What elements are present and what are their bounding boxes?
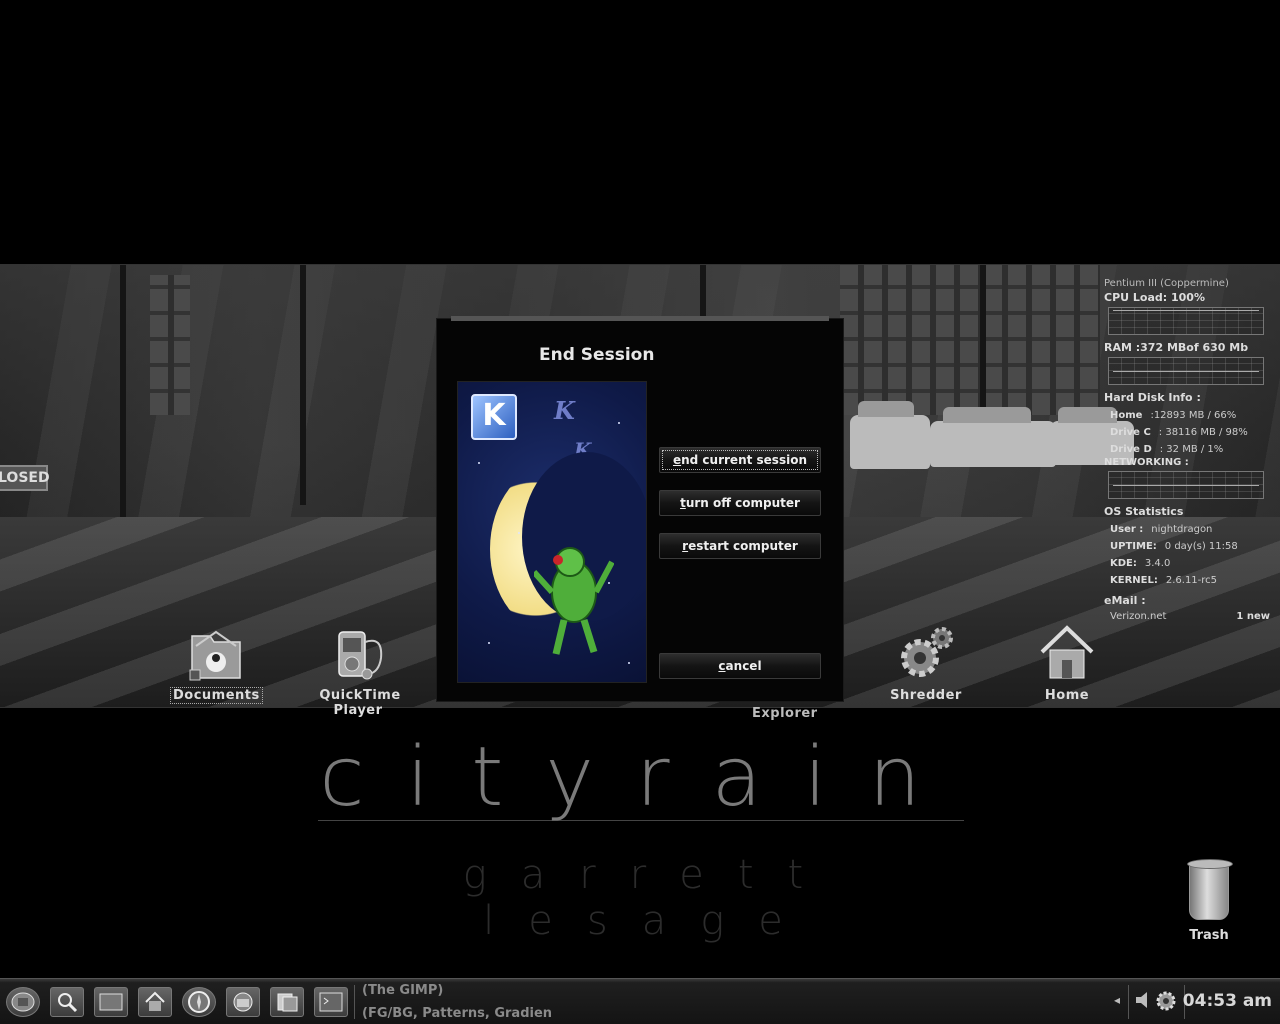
wallpaper-car xyxy=(930,407,1056,467)
dragon-icon xyxy=(534,547,614,655)
ram-graph xyxy=(1108,357,1264,385)
media-player-icon xyxy=(338,631,383,680)
star xyxy=(608,582,610,584)
button-label: ancel xyxy=(725,659,762,673)
house-icon xyxy=(1040,625,1094,679)
cpu-graph xyxy=(1108,307,1264,335)
desktop-icon-label: QuickTime Player xyxy=(319,688,401,718)
magnifier-launcher[interactable] xyxy=(50,987,84,1017)
mail-launcher[interactable] xyxy=(226,987,260,1017)
wallpaper-tree xyxy=(300,265,306,505)
documents-icon xyxy=(277,993,298,1012)
email-header: eMail : xyxy=(1104,594,1146,607)
turn-off-computer-button[interactable]: turn off computer xyxy=(659,490,821,516)
wallpaper-building xyxy=(150,275,190,415)
taskbar-separator xyxy=(354,985,355,1019)
networking-header: NETWORKING : xyxy=(1104,457,1189,468)
window-icon xyxy=(99,993,123,1011)
desktop-icon-label: Home xyxy=(1044,688,1090,703)
star xyxy=(618,422,620,424)
os-row: User : nightdragon xyxy=(1110,524,1213,535)
email-row: Verizon.net 1 new xyxy=(1110,611,1270,622)
button-label: nd current session xyxy=(681,453,807,467)
trash-can-icon xyxy=(1187,859,1233,920)
os-header: OS Statistics xyxy=(1104,505,1184,518)
gear-icon xyxy=(1156,991,1176,1011)
button-mnemonic: e xyxy=(672,453,682,467)
sleep-letter-icon: K xyxy=(554,396,575,425)
wallpaper-car xyxy=(850,401,930,469)
system-monitor-widget: Pentium III (Coppermine) CPU Load: 100% … xyxy=(1104,278,1270,622)
os-row: KERNEL: 2.6.11-rc5 xyxy=(1110,575,1218,586)
disk-header: Hard Disk Info : xyxy=(1104,391,1201,404)
home-launcher[interactable] xyxy=(138,987,172,1017)
os-row: KDE: 3.4.0 xyxy=(1110,558,1171,569)
explorer-desktop-icon-label[interactable]: Explorer xyxy=(752,706,818,721)
speaker-icon xyxy=(1136,992,1147,1008)
kde-logo-icon: K xyxy=(471,394,517,440)
home-desktop-icon[interactable]: Home xyxy=(1030,622,1104,703)
gear-icon xyxy=(901,627,953,677)
globe-mail-icon xyxy=(233,992,253,1012)
restart-computer-button[interactable]: restart computer xyxy=(659,533,821,559)
os-row: UPTIME: 0 day(s) 11:58 xyxy=(1110,541,1238,552)
network-tray-icon[interactable] xyxy=(1154,989,1178,1018)
wallpaper-tree xyxy=(120,265,126,525)
wallpaper-building xyxy=(840,265,1100,415)
trash-desktop-icon[interactable]: Trash xyxy=(1180,859,1238,943)
button-mnemonic: c xyxy=(718,659,726,673)
taskbar: (The GIMP) (FG/BG, Patterns, Gradien ◂ 0… xyxy=(0,978,1280,1024)
desktop-launcher[interactable] xyxy=(94,987,128,1017)
terminal-icon xyxy=(319,992,343,1012)
star xyxy=(518,532,520,534)
kde-dragon-illustration: K K K K K xyxy=(457,381,647,683)
star xyxy=(478,462,480,464)
folder-icon xyxy=(189,630,241,681)
shredder-desktop-icon[interactable]: Shredder xyxy=(886,622,966,703)
desktop-icon-label: Shredder xyxy=(890,688,962,703)
documents-desktop-icon[interactable]: Documents xyxy=(170,622,263,704)
task-gimp-title[interactable]: (The GIMP) xyxy=(362,983,562,998)
editor-launcher[interactable] xyxy=(270,987,304,1017)
clock[interactable]: 04:53 am xyxy=(1183,991,1272,1011)
quicktime-desktop-icon[interactable]: QuickTime Player xyxy=(292,622,426,718)
cancel-button[interactable]: cancel xyxy=(659,653,821,679)
house-icon xyxy=(145,991,165,1011)
end-current-session-button[interactable]: end current session xyxy=(659,447,821,473)
desktop-icon-label: Trash xyxy=(1189,928,1229,943)
compass-icon xyxy=(188,991,210,1013)
button-label: estart computer xyxy=(688,539,798,553)
kmenu-button[interactable] xyxy=(6,987,40,1017)
star xyxy=(488,642,490,644)
wallpaper-logo-title: cityrain xyxy=(318,730,964,825)
tray-expand-arrow-icon[interactable]: ◂ xyxy=(1114,993,1120,1007)
dialog-top-bar xyxy=(451,316,829,321)
search-icon xyxy=(58,993,78,1013)
dialog-title: End Session xyxy=(539,345,655,365)
taskbar-separator xyxy=(1128,985,1129,1019)
ram-usage: RAM :372 MBof 630 Mb xyxy=(1104,341,1249,354)
button-label: urn off computer xyxy=(685,496,800,510)
wallpaper-logo-subtitle: garrett lesage xyxy=(462,852,838,944)
disk-row: Drive D: 32 MB / 1% xyxy=(1110,444,1224,455)
terminal-launcher[interactable] xyxy=(314,987,348,1017)
task-gimp-dialogs[interactable]: (FG/BG, Patterns, Gradien xyxy=(362,1006,558,1021)
kde-menu-icon xyxy=(11,992,35,1012)
network-graph xyxy=(1108,471,1264,499)
browser-launcher[interactable] xyxy=(182,987,216,1017)
closed-sign: LOSED xyxy=(0,465,50,491)
disk-row: Home:12893 MB / 66% xyxy=(1110,410,1237,421)
cpu-load: CPU Load: 100% xyxy=(1104,291,1205,304)
cpu-name: Pentium III (Coppermine) xyxy=(1104,278,1229,289)
desktop-icon-label: Documents xyxy=(170,687,263,704)
volume-icon[interactable] xyxy=(1134,989,1154,1016)
end-session-dialog: End Session K K K K K end current sessio… xyxy=(436,316,844,702)
star xyxy=(628,662,630,664)
disk-row: Drive C: 38116 MB / 98% xyxy=(1110,427,1248,438)
